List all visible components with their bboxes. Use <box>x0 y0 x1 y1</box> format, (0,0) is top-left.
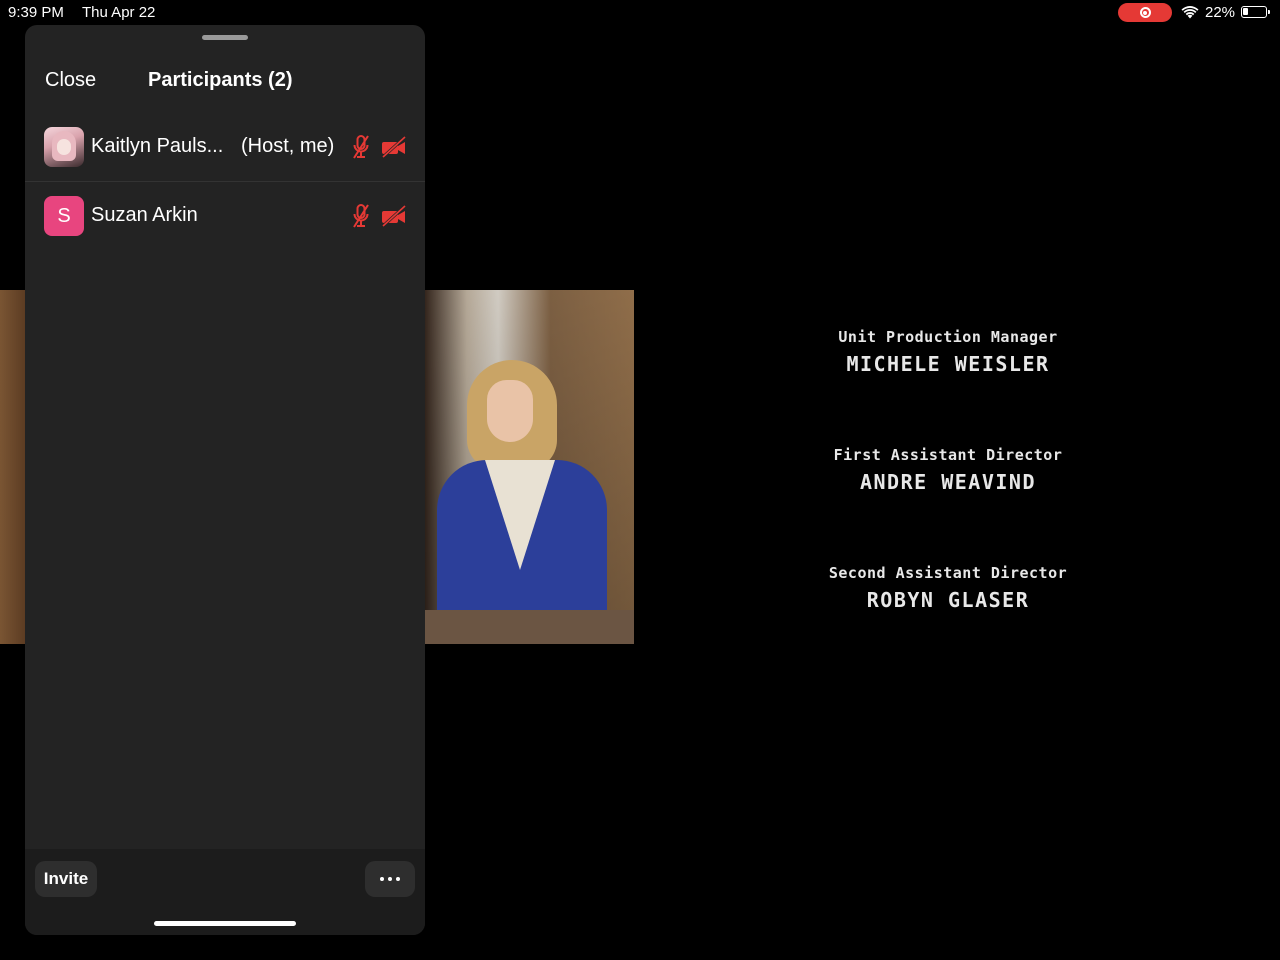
battery-fill <box>1243 8 1248 15</box>
mic-muted-icon[interactable] <box>351 134 371 160</box>
close-button[interactable]: Close <box>45 69 96 92</box>
screen-recording-indicator[interactable] <box>1118 3 1172 22</box>
more-button[interactable] <box>365 861 415 897</box>
participant-name: Suzan Arkin <box>91 204 198 226</box>
credit-role: Unit Production Manager <box>838 328 1058 346</box>
more-dots-icon <box>380 877 400 881</box>
panel-title: Participants (2) <box>148 69 293 91</box>
panel-footer: Invite <box>25 849 425 935</box>
shared-video-frame <box>425 290 634 644</box>
credits-text: Unit Production Manager MICHELE WEISLER … <box>810 325 1086 679</box>
avatar: S <box>44 196 84 236</box>
camera-off-icon[interactable] <box>380 205 408 227</box>
participants-panel: Close Participants (2) Kaitlyn Pauls... … <box>25 25 425 935</box>
participant-name: Kaitlyn Pauls... <box>91 135 224 157</box>
credit-role: First Assistant Director <box>833 446 1063 464</box>
wifi-icon <box>1181 6 1199 19</box>
avatar <box>44 127 84 167</box>
credit-block: Unit Production Manager MICHELE WEISLER <box>810 328 1086 443</box>
credit-name: ROBYN GLASER <box>866 588 1030 612</box>
credit-block: First Assistant Director ANDRE WEAVIND <box>810 446 1086 561</box>
participant-row[interactable]: Kaitlyn Pauls... (Host, me) <box>25 113 425 182</box>
shared-video-edge <box>0 290 26 644</box>
camera-off-icon[interactable] <box>380 136 408 158</box>
credit-role: Second Assistant Director <box>828 564 1068 582</box>
status-bar: 9:39 PM Thu Apr 22 22% <box>0 0 1280 24</box>
credit-name: ANDRE WEAVIND <box>859 470 1037 494</box>
participant-role: (Host, me) <box>241 135 335 157</box>
battery-icon <box>1241 6 1270 18</box>
credit-name: MICHELE WEISLER <box>846 352 1050 376</box>
panel-grabber-handle[interactable] <box>202 35 248 40</box>
battery-percent: 22% <box>1205 4 1236 21</box>
record-icon <box>1139 7 1151 18</box>
invite-button[interactable]: Invite <box>35 861 97 897</box>
participant-row[interactable]: S Suzan Arkin <box>25 182 425 250</box>
status-time: 9:39 PM <box>8 4 64 21</box>
home-indicator[interactable] <box>154 921 296 926</box>
mic-muted-icon[interactable] <box>351 203 371 229</box>
credit-block: Second Assistant Director ROBYN GLASER <box>810 564 1086 679</box>
status-date: Thu Apr 22 <box>82 4 156 21</box>
